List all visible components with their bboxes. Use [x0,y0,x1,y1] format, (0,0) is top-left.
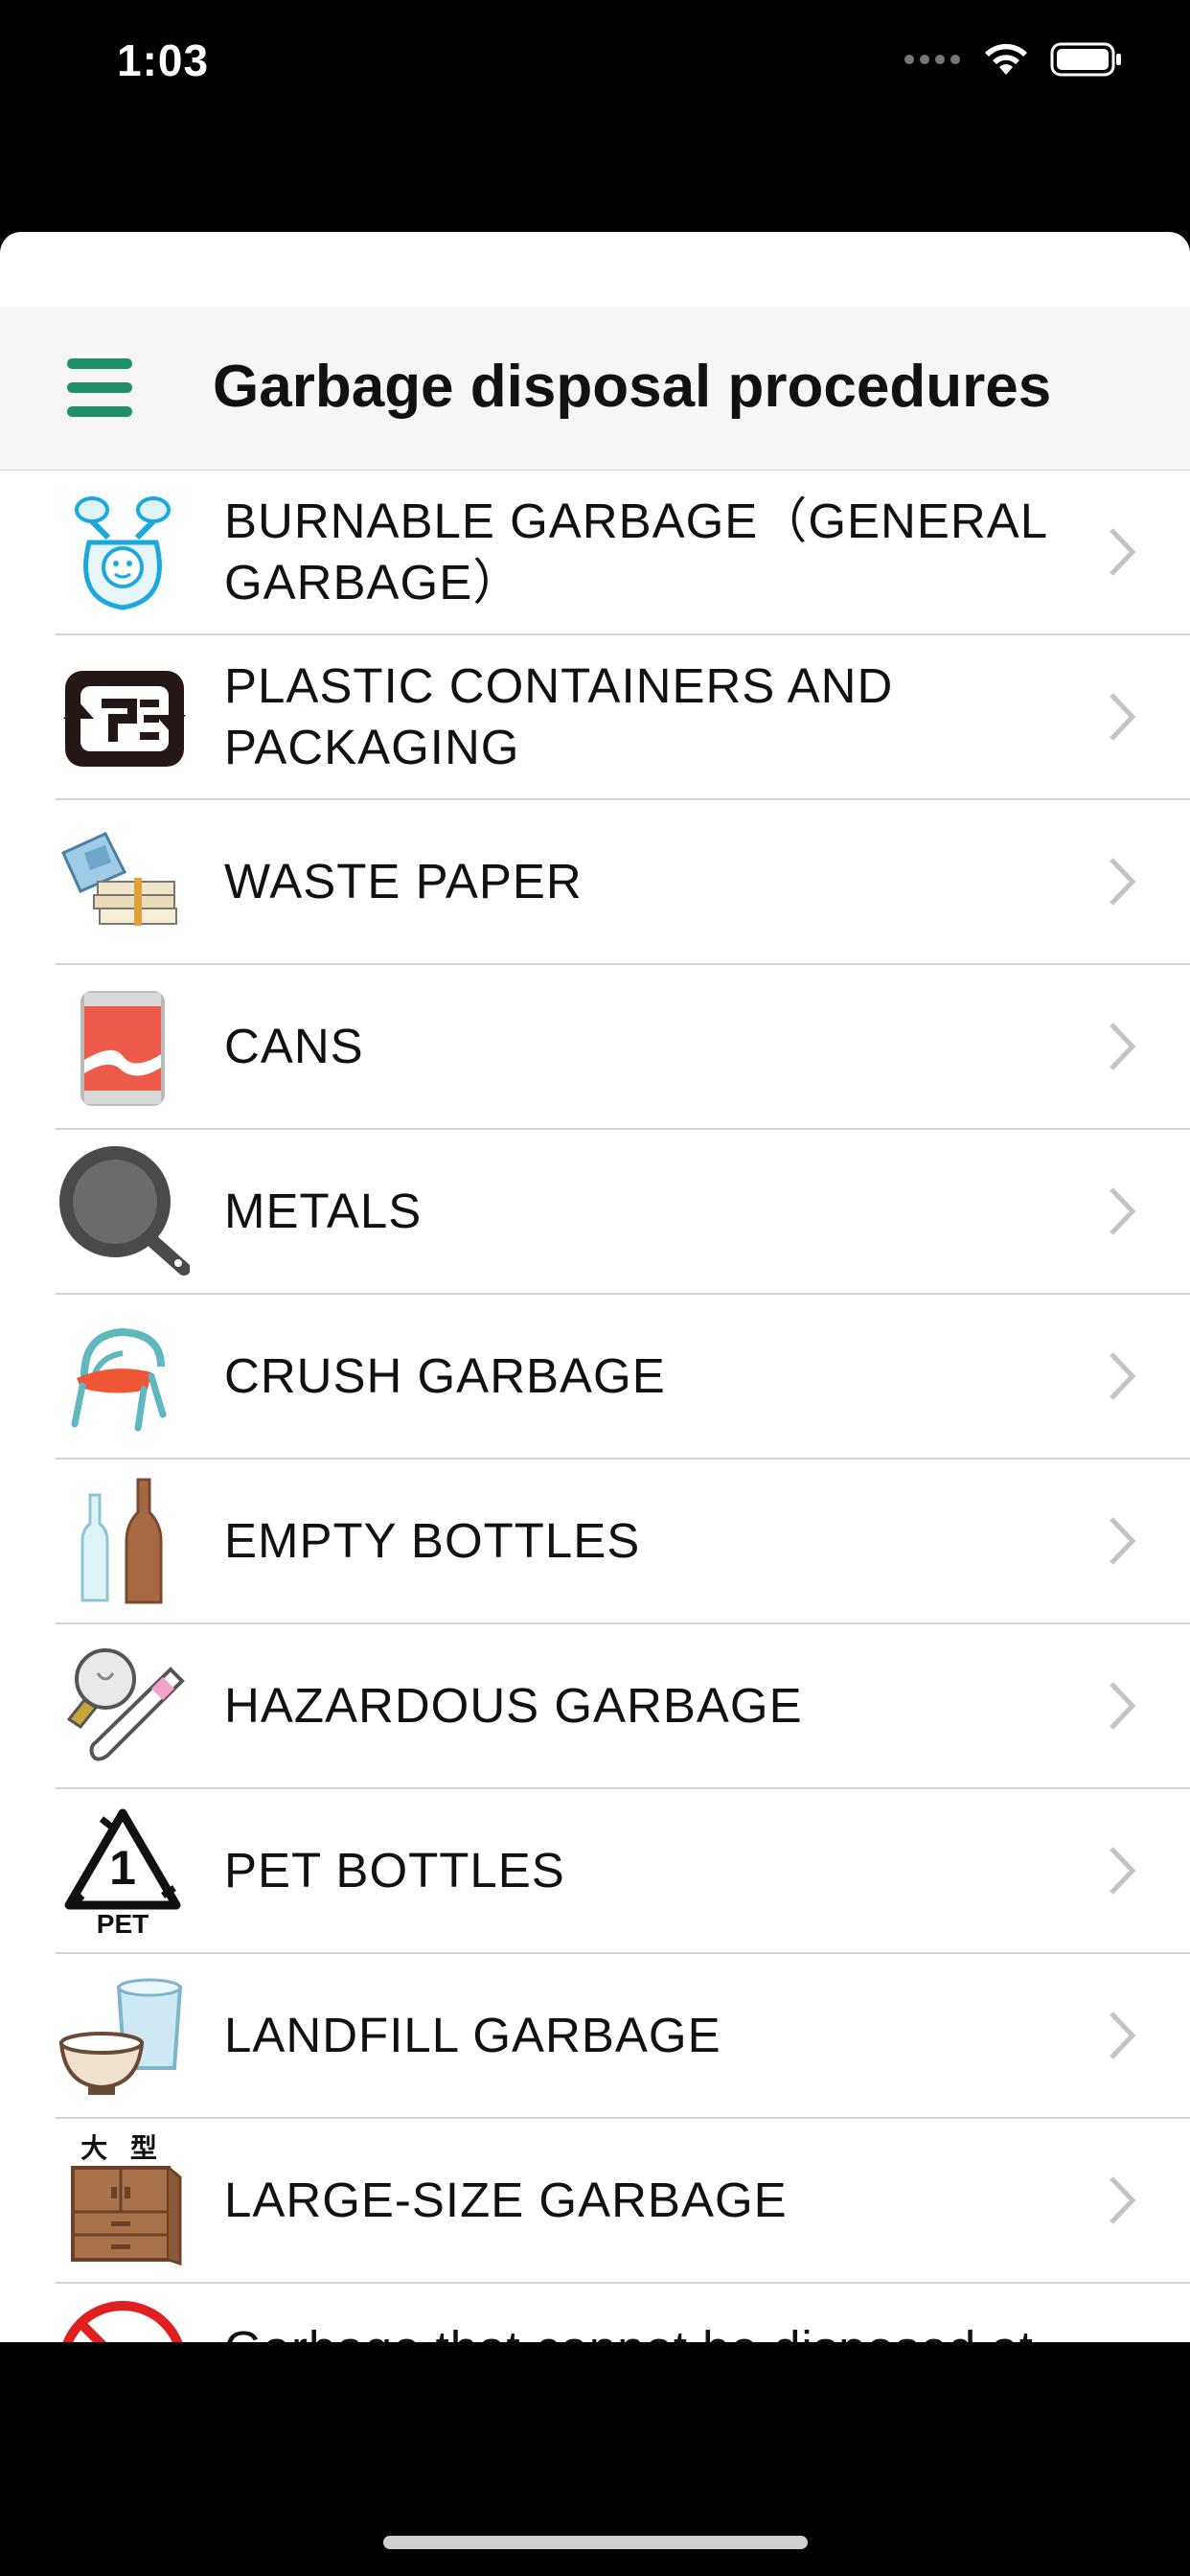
list-item-label: Garbage that cannot be disposed at [224,2284,1134,2342]
chevron-right-icon [1110,1847,1136,1895]
modal-sheet: Garbage disposal procedures BURNABLE GAR… [0,232,1190,2342]
list-item-cannot-dispose[interactable]: Garbage that cannot be disposed at [56,2284,1190,2342]
chevron-right-icon [1110,858,1136,906]
list-item-label: CRUSH GARBAGE [224,1348,666,1403]
can-icon [80,991,165,1106]
bottles-icon [80,1478,163,1604]
page-title: Garbage disposal procedures [213,354,1052,420]
pet-recycle-number: 1 [109,1841,136,1895]
list-item-plastic-containers[interactable]: PLASTIC CONTAINERS AND PACKAGING [56,635,1190,800]
list-item-crush-garbage[interactable]: CRUSH GARBAGE [56,1295,1190,1460]
plastic-recycle-mark-icon [63,671,186,767]
prohibited-icon [62,2301,183,2342]
list-item-empty-bottles[interactable]: EMPTY BOTTLES [56,1460,1190,1624]
chevron-right-icon [1110,693,1136,741]
chevron-right-icon [1112,2341,1114,2342]
battery-icon [1050,42,1121,77]
chair-icon [71,1327,167,1432]
list-item-label: METALS [224,1184,423,1238]
chevron-right-icon [1110,1517,1136,1565]
list-item-metals[interactable]: METALS [56,1130,1190,1295]
cellular-signal-icon [904,55,960,64]
chevron-right-icon [1110,1187,1136,1235]
list-item-cans[interactable]: CANS [56,965,1190,1130]
chevron-right-icon [1110,528,1136,576]
chevron-right-icon [1110,2176,1136,2224]
burnable-garbage-bag-icon [75,496,171,610]
status-icons [904,42,1123,77]
chevron-right-icon [1110,1682,1136,1730]
list-item-label: EMPTY BOTTLES [224,1513,641,1568]
list-item-large-size-garbage[interactable]: 大 型 LARGE-SIZE GARBAGE [56,2119,1190,2284]
frying-pan-icon [59,1146,190,1276]
list-item-hazardous-garbage[interactable]: HAZARDOUS GARBAGE [56,1624,1190,1789]
pet-recycle-mark-icon: 1 PET [56,1804,190,1939]
chevron-right-icon [1110,1023,1136,1070]
chevron-right-icon [1110,1352,1136,1400]
list-item-burnable-garbage[interactable]: BURNABLE GARBAGE（GENERAL GARBAGE） [56,471,1190,635]
cabinet-icon: 大 型 [56,2133,190,2267]
status-time: 1:03 [117,35,210,85]
lightbulb-thermometer-icon [66,1648,185,1761]
list-item-label: WASTE PAPER [224,854,583,908]
list-item-waste-paper[interactable]: WASTE PAPER [56,800,1190,965]
navigation-bar: Garbage disposal procedures [0,307,1190,471]
waste-paper-icon [61,832,177,926]
status-bar: 1:03 [0,0,1190,134]
list-item-label: BURNABLE GARBAGE（GENERAL GARBAGE） [224,494,1047,610]
list-item-label: CANS [224,1019,364,1073]
list-item-label: HAZARDOUS GARBAGE [224,1678,803,1733]
cabinet-caption: 大 型 [80,2133,165,2163]
list-item-landfill-garbage[interactable]: LANDFILL GARBAGE [56,1954,1190,2119]
list-item-label: LARGE-SIZE GARBAGE [224,2173,788,2227]
list-item-label: PLASTIC CONTAINERS AND PACKAGING [224,658,894,774]
list-item-label: LANDFILL GARBAGE [224,2008,721,2062]
list-item-label: PET BOTTLES [224,1843,565,1898]
pet-caption: PET [96,1909,149,1939]
home-indicator[interactable] [383,2536,808,2549]
bowl-and-glass-icon [58,1978,183,2095]
list-item-pet-bottles[interactable]: 1 PET PET BOTTLES [56,1789,1190,1954]
wifi-icon [985,43,1027,75]
garbage-category-list: BURNABLE GARBAGE（GENERAL GARBAGE） PLASTI… [0,471,1190,2342]
chevron-right-icon [1110,2012,1136,2059]
hamburger-menu-icon[interactable] [67,358,134,418]
